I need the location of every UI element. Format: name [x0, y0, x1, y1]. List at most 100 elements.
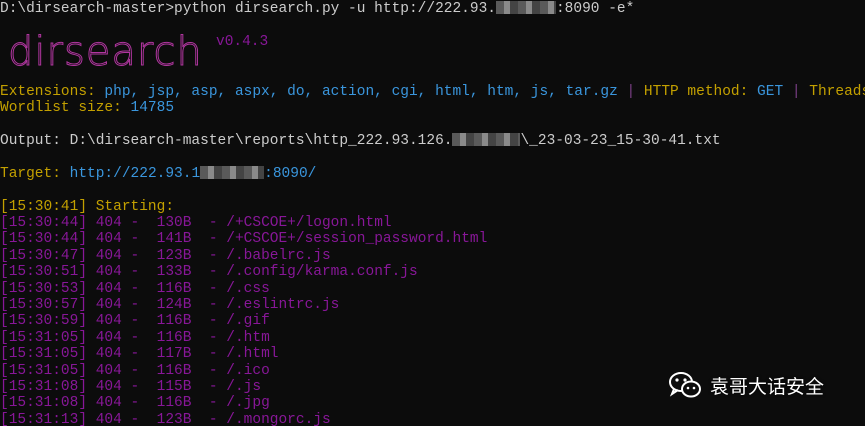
result-row: [15:30:57] 404 - 124B - /.eslintrc.js [0, 297, 340, 313]
result-row: [15:31:08] 404 - 116B - /.jpg [0, 395, 270, 412]
wordlist-line: Wordlist size: 14785 [0, 100, 174, 117]
result-status: 404 [95, 379, 122, 395]
result-path: /.js [226, 379, 262, 395]
result-row: [15:31:05] 404 - 117B - /.html [0, 346, 279, 363]
result-size: 117B [156, 346, 192, 363]
result-status: 404 [95, 247, 122, 264]
redacted-ip-segment [452, 133, 521, 146]
result-path: /+CSCOE+/session_password.html [226, 231, 488, 248]
result-size: 141B [156, 231, 192, 248]
command-text-suffix: :8090 -e* [555, 1, 635, 17]
result-path: /.babelrc.js [226, 247, 331, 264]
config-line: Extensions: php, jsp, asp, aspx, do, act… [0, 84, 865, 101]
result-size: 116B [156, 395, 192, 412]
result-path: /+CSCOE+/logon.html [226, 215, 392, 231]
result-time: [15:30:51] [0, 264, 88, 281]
logo-text: dirsearch [8, 34, 198, 74]
result-status: 404 [95, 362, 122, 379]
redacted-ip-segment [495, 1, 556, 14]
result-time: [15:31:05] [0, 346, 88, 363]
start-time: [15:30:41] [0, 199, 88, 215]
output-path: Output: D:\dirsearch-master\reports\http… [0, 133, 453, 149]
version-label: v0.4.3 [216, 34, 269, 50]
target-label: Target: [0, 166, 70, 182]
wechat-icon [669, 372, 701, 398]
result-path: /.jpg [226, 395, 270, 412]
result-time: [15:30:53] [0, 280, 88, 297]
watermark-text: 袁哥大话安全 [710, 375, 825, 398]
result-size: 116B [156, 280, 192, 297]
result-size: 115B [156, 379, 192, 395]
target-url: http://222.93.1 [69, 166, 201, 182]
terminal-window[interactable]: D:\dirsearch-master>python dirsearch.py … [0, 0, 865, 426]
dirsearch-logo: dirsearch [8, 34, 198, 74]
result-time: [15:30:57] [0, 297, 88, 313]
redacted-ip-segment [200, 166, 265, 179]
result-row: [15:31:08] 404 - 115B - /.js [0, 379, 262, 395]
result-size: 116B [156, 362, 192, 379]
result-time: [15:30:44] [0, 215, 88, 231]
threads-label: Threads: [809, 84, 865, 100]
extensions-label: Extensions: [0, 84, 105, 100]
result-row: [15:30:51] 404 - 133B - /.config/karma.c… [0, 264, 418, 281]
result-status: 404 [95, 313, 122, 330]
wordlist-value: 14785 [130, 100, 175, 116]
result-path: /.gif [226, 313, 270, 330]
result-time: [15:30:44] [0, 231, 88, 248]
result-status: 404 [95, 231, 122, 248]
start-text: Starting: [87, 199, 175, 215]
result-row: [15:31:05] 404 - 116B - /.htm [0, 329, 270, 346]
method-label: HTTP method: [643, 84, 758, 100]
result-row: [15:30:53] 404 - 116B - /.css [0, 280, 270, 297]
result-path: /.css [226, 280, 270, 297]
result-size: 133B [156, 264, 192, 281]
command-text: python dirsearch.py -u http://222.93. [174, 1, 496, 17]
method-value: GET [757, 84, 784, 100]
starting-line: [15:30:41] Starting: [0, 199, 174, 216]
result-time: [15:31:08] [0, 379, 88, 395]
result-status: 404 [95, 280, 122, 297]
result-time: [15:31:05] [0, 362, 88, 379]
command-line: D:\dirsearch-master>python dirsearch.py … [0, 1, 634, 18]
output-suffix: \_23-03-23_15-30-41.txt [520, 133, 721, 149]
result-status: 404 [95, 411, 122, 426]
result-path: /.config/karma.conf.js [226, 264, 418, 281]
result-row: [15:30:44] 404 - 130B - /+CSCOE+/logon.h… [0, 215, 392, 231]
result-size: 123B [156, 411, 192, 426]
result-time: [15:30:59] [0, 313, 88, 330]
result-row: [15:30:44] 404 - 141B - /+CSCOE+/session… [0, 231, 488, 248]
result-time: [15:31:13] [0, 411, 88, 426]
wordlist-label: Wordlist size: [0, 100, 131, 116]
target-url-suffix: :8090/ [264, 166, 317, 182]
result-size: 123B [156, 247, 192, 264]
result-status: 404 [95, 264, 122, 281]
result-path: /.ico [226, 362, 270, 379]
result-path: /.mongorc.js [226, 411, 331, 426]
result-path: /.htm [226, 329, 270, 346]
target-line: Target: http://222.93.1 :8090/ [0, 166, 316, 183]
result-status: 404 [95, 297, 122, 313]
result-time: [15:31:05] [0, 329, 88, 346]
result-status: 404 [95, 215, 122, 231]
result-size: 130B [156, 215, 192, 231]
result-time: [15:30:47] [0, 247, 88, 264]
result-row: [15:30:59] 404 - 116B - /.gif [0, 313, 270, 330]
result-row: [15:30:47] 404 - 123B - /.babelrc.js [0, 247, 331, 264]
result-status: 404 [95, 329, 122, 346]
result-row: [15:31:05] 404 - 116B - /.ico [0, 362, 270, 379]
result-row: [15:31:13] 404 - 123B - /.mongorc.js [0, 411, 331, 426]
result-status: 404 [95, 346, 122, 363]
separator: | [783, 84, 810, 100]
output-line: Output: D:\dirsearch-master\reports\http… [0, 133, 721, 150]
prompt: D:\dirsearch-master> [0, 1, 175, 17]
result-status: 404 [95, 395, 122, 412]
result-size: 124B [156, 297, 192, 313]
result-size: 116B [156, 313, 192, 330]
extensions-value: php, jsp, asp, aspx, do, action, cgi, ht… [104, 84, 618, 100]
result-path: /.html [226, 346, 279, 363]
result-size: 116B [156, 329, 192, 346]
result-path: /.eslintrc.js [226, 297, 340, 313]
result-time: [15:31:08] [0, 395, 88, 412]
separator: | [617, 84, 644, 100]
watermark: 袁哥大话安全 [668, 370, 824, 400]
